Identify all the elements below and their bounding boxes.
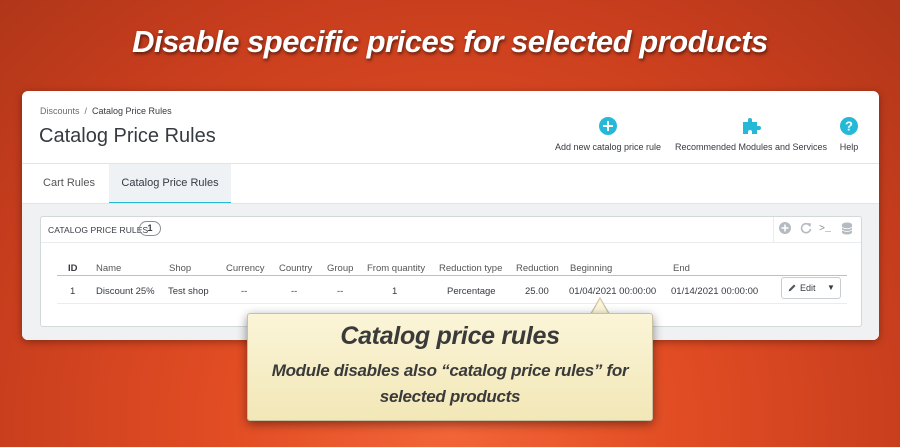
breadcrumb: Discounts / Catalog Price Rules xyxy=(40,106,172,116)
table-row-divider xyxy=(57,303,847,304)
headline: Disable specific prices for selected pro… xyxy=(132,24,768,59)
column-header-name[interactable]: Name xyxy=(96,263,121,274)
export-database-icon[interactable] xyxy=(839,222,855,238)
refresh-icon[interactable] xyxy=(798,222,814,237)
column-header-group[interactable]: Group xyxy=(327,263,353,274)
cell-group: -- xyxy=(337,286,344,297)
cell-beginning: 01/04/2021 00:00:00 xyxy=(569,286,657,297)
puzzle-icon xyxy=(743,118,761,134)
sql-query-icon[interactable]: >_ xyxy=(817,224,833,235)
card-title: CATALOG PRICE RULES xyxy=(48,225,149,235)
help-label: Help xyxy=(839,142,859,152)
svg-text:?: ? xyxy=(845,119,853,134)
row-actions: Edit ▼ xyxy=(781,277,841,299)
column-header-end[interactable]: End xyxy=(673,263,690,274)
cell-reduction: 25.00 xyxy=(525,286,549,297)
cell-from-quantity: 1 xyxy=(392,286,398,297)
callout-title: Catalog price rules xyxy=(340,322,560,350)
table-header-divider xyxy=(57,275,847,276)
tab-bar: Cart Rules Catalog Price Rules xyxy=(22,164,879,204)
breadcrumb-separator: / xyxy=(84,106,88,116)
pencil-icon xyxy=(789,284,796,292)
recommended-modules-label: Recommended Modules and Services xyxy=(674,142,828,152)
cell-reduction-type: Percentage xyxy=(447,286,496,297)
cell-id: 1 xyxy=(70,286,76,297)
column-header-country[interactable]: Country xyxy=(279,263,312,274)
edit-button[interactable]: Edit xyxy=(782,278,822,298)
add-icon[interactable] xyxy=(777,222,793,237)
caret-down-icon: ▼ xyxy=(827,283,835,292)
help-icon: ? xyxy=(840,117,858,135)
catalog-price-rules-card: CATALOG PRICE RULES 1 >_ ID Name Shop Cu… xyxy=(40,216,862,327)
edit-dropdown-toggle[interactable]: ▼ xyxy=(822,278,840,298)
cell-name: Discount 25% xyxy=(96,286,155,297)
breadcrumb-current: Catalog Price Rules xyxy=(92,106,172,116)
column-header-reduction-type[interactable]: Reduction type xyxy=(439,263,502,274)
actions-divider xyxy=(773,217,774,243)
callout-body: Module disables also “catalog price rule… xyxy=(271,361,629,406)
cell-shop: Test shop xyxy=(168,286,209,297)
help-button[interactable]: ? Help xyxy=(836,117,862,152)
card-header: CATALOG PRICE RULES 1 >_ xyxy=(41,217,861,243)
callout-box: Catalog price rules Module disables also… xyxy=(247,313,653,421)
page-title: Catalog Price Rules xyxy=(39,125,216,147)
column-header-shop[interactable]: Shop xyxy=(169,263,191,274)
edit-label: Edit xyxy=(800,283,816,293)
recommended-modules-button[interactable]: Recommended Modules and Services xyxy=(672,117,830,152)
tab-catalog-price-rules[interactable]: Catalog Price Rules xyxy=(109,164,231,204)
tab-cart-rules[interactable]: Cart Rules xyxy=(29,164,109,204)
column-header-beginning[interactable]: Beginning xyxy=(570,263,612,274)
cell-country: -- xyxy=(291,286,298,297)
column-header-from-quantity[interactable]: From quantity xyxy=(367,263,425,274)
add-new-catalog-price-rule-button[interactable]: Add new catalog price rule xyxy=(552,117,664,152)
cell-end: 01/14/2021 00:00:00 xyxy=(671,286,759,297)
column-header-id[interactable]: ID xyxy=(68,263,78,274)
column-header-currency[interactable]: Currency xyxy=(226,263,265,274)
count-badge: 1 xyxy=(139,221,161,236)
add-circle-icon xyxy=(599,117,617,135)
cell-currency: -- xyxy=(241,286,248,297)
column-header-reduction[interactable]: Reduction xyxy=(516,263,559,274)
admin-panel: Discounts / Catalog Price Rules Catalog Pr… xyxy=(22,91,879,340)
breadcrumb-parent[interactable]: Discounts xyxy=(40,106,80,116)
add-new-label: Add new catalog price rule xyxy=(554,142,662,152)
